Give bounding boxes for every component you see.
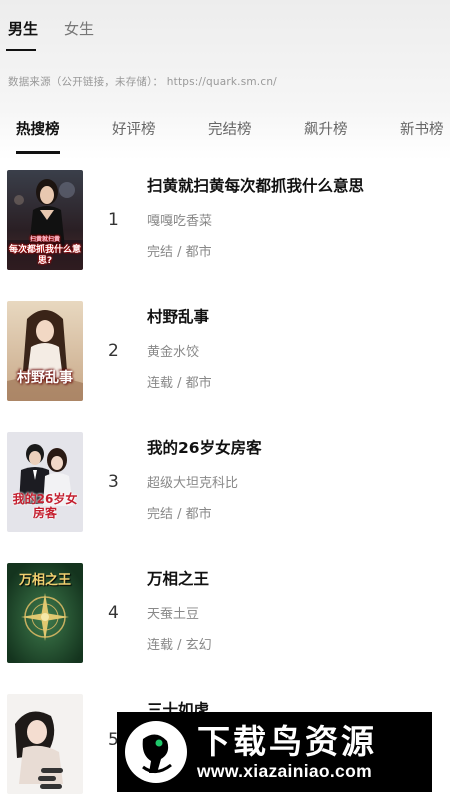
gender-tabs: 男生 女生 [5,18,94,51]
book-author: 嘎嘎吃香菜 [147,214,213,229]
book-cover[interactable]: 村野乱事 [7,301,83,401]
cover-title: 扫黄就扫黄 每次都抓我什么意思? [9,236,82,266]
tab-male[interactable]: 男生 [5,18,38,51]
rank-number: 3 [108,472,119,492]
list-item[interactable]: 我的26岁女房客 3 我的26岁女房客 超级大坦克科比 完结 / 都市 [0,432,450,542]
tab-hot-search[interactable]: 热搜榜 [16,118,60,154]
book-cover[interactable]: 万相之王 [7,563,83,663]
watermark-url: www.xiazainiao.com [197,760,372,781]
book-title[interactable]: 万相之王 [147,567,209,589]
book-cover[interactable]: 扫黄就扫黄 每次都抓我什么意思? [7,170,83,270]
tab-rising[interactable]: 飙升榜 [304,118,348,139]
tab-top-rated[interactable]: 好评榜 [112,118,156,139]
book-status-genre: 连载 / 玄幻 [147,638,212,653]
cover-title: 万相之王 [18,573,71,588]
rank-number: 4 [108,603,119,623]
bird-logo-icon [121,717,191,787]
book-title[interactable]: 扫黄就扫黄每次都抓我什么意思 [147,174,364,196]
list-item[interactable]: 扫黄就扫黄 每次都抓我什么意思? 1 扫黄就扫黄每次都抓我什么意思 嘎嘎吃香菜 … [0,170,450,280]
book-author: 黄金水饺 [147,345,200,360]
book-status-genre: 连载 / 都市 [147,376,212,391]
watermark-banner: 下载鸟资源 www.xiazainiao.com [117,712,432,792]
book-title[interactable]: 村野乱事 [147,305,209,327]
tab-female[interactable]: 女生 [64,18,94,51]
book-author: 天蚕土豆 [147,607,200,622]
cover-title: 我的26岁女房客 [12,492,78,520]
watermark-text: 下载鸟资源 www.xiazainiao.com [197,721,377,782]
book-status-genre: 完结 / 都市 [147,507,212,522]
tab-completed[interactable]: 完结榜 [208,118,252,139]
tab-new-books[interactable]: 新书榜 [400,118,444,139]
rank-number: 2 [108,341,119,361]
book-cover[interactable]: 我的26岁女房客 [7,432,83,532]
data-source-note: 数据来源（公开链接，未存储）： https://quark.sm.cn/ [8,76,277,88]
list-item[interactable]: 万相之王 4 万相之王 天蚕土豆 连载 / 玄幻 [0,563,450,673]
book-author: 超级大坦克科比 [147,476,239,491]
watermark-name: 下载鸟资源 [197,721,377,761]
ranking-tabs: 热搜榜 好评榜 完结榜 飙升榜 新书榜 [0,118,450,158]
book-status-genre: 完结 / 都市 [147,245,212,260]
rank-number: 1 [108,210,119,230]
stack-icon[interactable] [38,768,64,790]
book-title[interactable]: 我的26岁女房客 [147,436,262,458]
list-item[interactable]: 村野乱事 2 村野乱事 黄金水饺 连载 / 都市 [0,301,450,411]
cover-title: 村野乱事 [17,370,73,386]
